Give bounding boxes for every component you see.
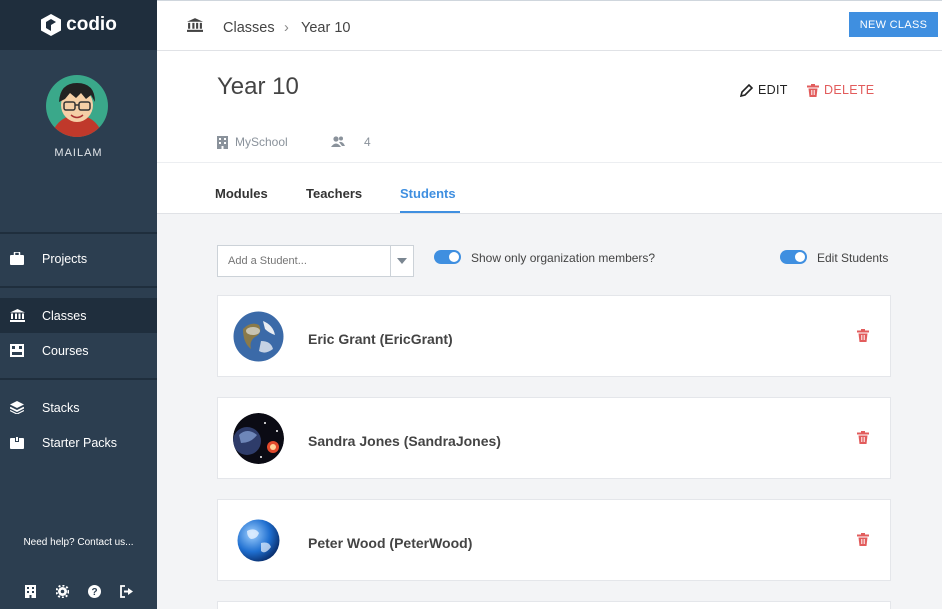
delete-button[interactable]: DELETE [807,83,874,97]
building-icon[interactable] [23,583,39,599]
sidebar: codio MAILAM Projects Classes Courses St… [0,0,157,609]
sidebar-divider [0,232,157,234]
tab-teachers[interactable]: Teachers [306,186,362,201]
sidebar-item-stacks[interactable]: Stacks [0,390,157,425]
gear-icon[interactable] [55,583,71,599]
sidebar-item-label: Projects [42,251,88,266]
courses-icon [9,344,25,358]
sidebar-item-label: Starter Packs [42,435,118,450]
username: MAILAM [54,147,103,159]
remove-student-button[interactable] [857,431,869,449]
sidebar-divider [0,286,157,288]
sidebar-divider [0,378,157,380]
edit-students-label: Edit Students [817,251,889,265]
school-name: MySchool [235,135,288,149]
users-icon [331,136,345,147]
student-count-value: 4 [364,135,371,149]
sidebar-item-label: Classes [42,308,87,323]
edit-students-toggle[interactable] [780,250,807,264]
add-student-select[interactable] [217,245,414,277]
delete-label: DELETE [824,83,875,97]
avatar[interactable] [46,75,108,137]
class-header: Year 10 EDIT DELETE MySchool 4 Modules T… [157,51,942,214]
sidebar-item-starter-packs[interactable]: Starter Packs [0,425,157,460]
stack-layers-icon [9,401,25,415]
trash-icon [857,533,869,546]
sidebar-item-projects[interactable]: Projects [0,241,157,276]
trash-icon [807,83,819,97]
breadcrumb-classes[interactable]: Classes [223,20,275,36]
sidebar-item-label: Courses [42,343,89,358]
caret-down-icon [397,258,407,264]
package-icon [9,436,25,450]
student-card: Sandra Jones (SandraJones) [217,397,891,479]
edit-label: EDIT [758,83,788,97]
briefcase-icon [9,252,25,266]
trash-icon [857,329,869,342]
student-name: Eric Grant (EricGrant) [308,331,453,347]
student-card-partial [217,601,891,609]
sidebar-item-classes[interactable]: Classes [0,298,157,333]
student-name: Sandra Jones (SandraJones) [308,433,501,449]
top-bar: Classes › Year 10 NEW CLASS [157,0,942,51]
breadcrumb-current: Year 10 [301,20,351,36]
help-link[interactable]: Need help? Contact us... [0,537,157,548]
tab-students[interactable]: Students [400,186,456,201]
codio-logo-icon [41,14,62,36]
student-avatar [233,311,284,362]
remove-student-button[interactable] [857,329,869,347]
student-card: Eric Grant (EricGrant) [217,295,891,377]
tab-modules[interactable]: Modules [215,186,268,201]
org-members-label: Show only organization members? [471,251,656,265]
student-card: Peter Wood (PeterWood) [217,499,891,581]
student-avatar [233,515,284,566]
logo-text: codio [66,14,117,35]
svg-text:?: ? [91,587,97,598]
breadcrumb-separator-icon: › [284,20,289,36]
student-avatar [233,413,284,464]
header-divider [157,162,942,163]
new-class-button[interactable]: NEW CLASS [849,12,938,37]
question-icon[interactable]: ? [87,583,103,599]
trash-icon [857,431,869,444]
edit-button[interactable]: EDIT [740,83,788,97]
sign-out-icon[interactable] [119,583,135,599]
sidebar-item-label: Stacks [42,400,80,415]
page-title: Year 10 [217,73,299,100]
student-name: Peter Wood (PeterWood) [308,535,473,551]
active-tab-indicator [400,211,460,213]
remove-student-button[interactable] [857,533,869,551]
institution-icon [9,309,25,323]
sidebar-bottom-icons: ? [0,583,157,599]
add-student-input[interactable] [218,246,390,276]
school-info: MySchool [217,135,288,149]
student-count: 4 [331,135,371,149]
logo[interactable]: codio [0,0,157,50]
institution-icon [187,18,203,37]
dropdown-toggle[interactable] [390,246,413,276]
sidebar-item-courses[interactable]: Courses [0,333,157,368]
pencil-icon [740,83,753,97]
org-members-toggle[interactable] [434,250,461,264]
building-icon [217,135,228,149]
